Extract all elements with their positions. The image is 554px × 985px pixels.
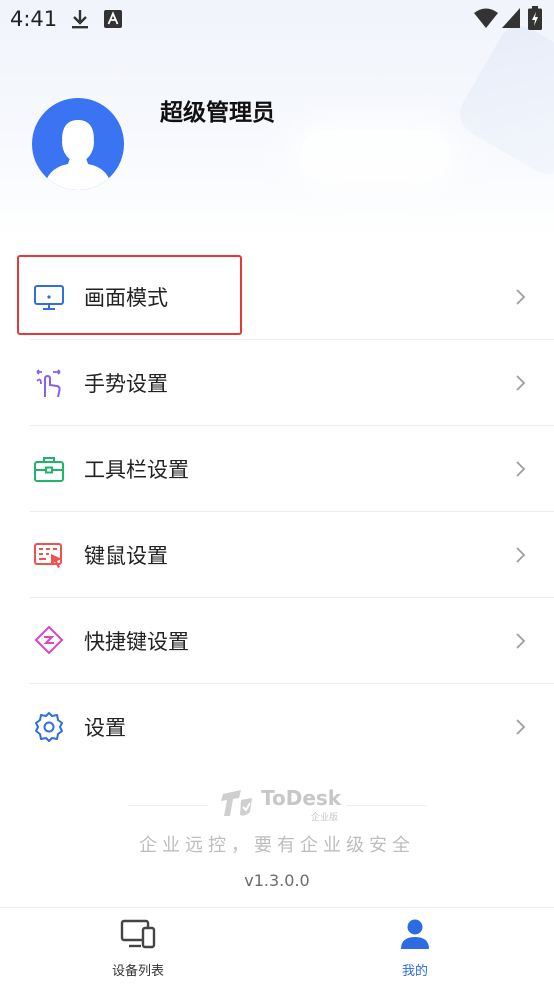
- chevron-right-icon: [516, 289, 526, 305]
- brand-edition: 企业版: [311, 813, 339, 823]
- menu-item-settings[interactable]: 设置: [30, 684, 554, 770]
- brand-row: ToDesk 企业版: [128, 786, 426, 823]
- menu-item-toolbar-settings[interactable]: 工具栏设置: [30, 426, 554, 512]
- slogan: 企业远控，要有企业级安全: [139, 835, 415, 856]
- menu-item-keyboard-mouse-settings[interactable]: 键鼠设置: [30, 512, 554, 598]
- devices-icon: [120, 919, 156, 949]
- menu-item-label: 设置: [84, 716, 126, 740]
- status-time: 4:41: [10, 7, 58, 31]
- tab-device-list[interactable]: 设备列表: [63, 908, 213, 985]
- tab-label: 我的: [401, 964, 428, 979]
- tab-label: 设备列表: [111, 964, 164, 979]
- gear-icon: [35, 712, 63, 742]
- brand-name: ToDesk: [261, 786, 342, 810]
- chevron-right-icon: [516, 719, 526, 735]
- menu-item-label: 工具栏设置: [84, 458, 189, 482]
- menu-item-gesture-settings[interactable]: 手势设置: [30, 340, 554, 426]
- highlight-box: [17, 255, 242, 335]
- username: 超级管理员: [160, 100, 275, 126]
- menu-item-shortcut-settings[interactable]: 快捷键设置: [30, 598, 554, 684]
- a-badge-icon: [104, 10, 122, 28]
- decorative-hexagon: [452, 18, 554, 182]
- app-version: v1.3.0.0: [244, 871, 310, 890]
- bottom-navigation: 设备列表 我的: [0, 907, 554, 985]
- signal-icon: [502, 8, 520, 28]
- chevron-right-icon: [516, 375, 526, 391]
- menu-item-label: 快捷键设置: [84, 630, 189, 654]
- todesk-logo-icon: [221, 790, 252, 816]
- menu-item-label: 键鼠设置: [84, 544, 168, 568]
- chevron-right-icon: [516, 547, 526, 563]
- tab-mine[interactable]: 我的: [340, 908, 490, 985]
- toolbox-icon: [34, 457, 64, 482]
- shortcut-diamond-icon: [34, 625, 64, 655]
- user-icon: [401, 919, 429, 949]
- chevron-right-icon: [516, 461, 526, 477]
- avatar[interactable]: [32, 98, 124, 190]
- gesture-hand-icon: [36, 369, 61, 398]
- keyboard-mouse-icon: [34, 543, 62, 568]
- decorative-cloud: [300, 130, 450, 180]
- menu-item-label: 手势设置: [84, 372, 168, 396]
- battery-charging-icon: [528, 6, 542, 30]
- download-icon: [72, 10, 88, 29]
- wifi-icon: [474, 8, 498, 28]
- divider: [128, 805, 208, 806]
- divider: [346, 805, 426, 806]
- chevron-right-icon: [516, 633, 526, 649]
- user-silhouette-icon: [44, 120, 112, 190]
- status-bar: 4:41: [0, 0, 554, 38]
